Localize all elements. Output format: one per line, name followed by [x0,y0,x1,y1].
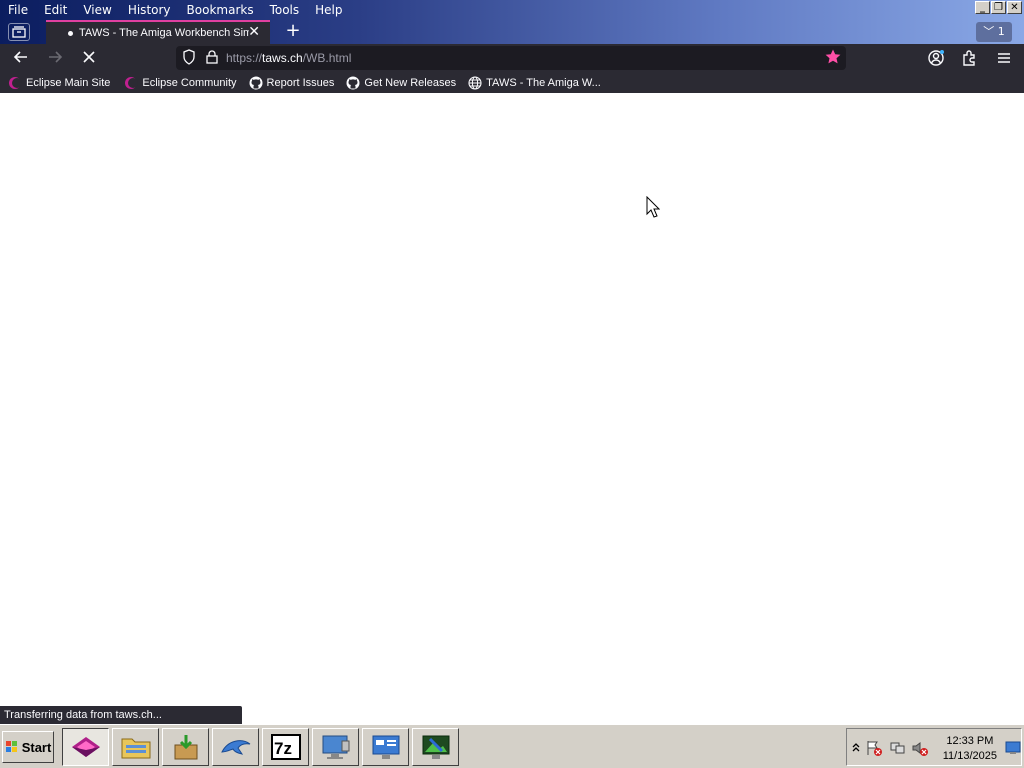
tab-overview-icon [12,26,26,38]
menu-bookmarks[interactable]: Bookmarks [179,0,262,20]
bookmark-star-icon[interactable] [824,48,842,66]
nav-toolbar: https://taws.ch/WB.html [0,44,1024,72]
show-desktop-icon[interactable] [1005,741,1021,755]
hamburger-icon [998,53,1010,63]
control-panel-icon [372,735,399,759]
start-label: Start [21,739,52,755]
url-host: taws.ch [262,51,303,65]
menu-file[interactable]: File [0,0,36,20]
forward-arrow-icon [49,51,63,63]
shield-icon[interactable] [182,49,196,65]
url-text[interactable]: https://taws.ch/WB.html [226,46,351,70]
picture-viewer-icon [422,735,449,759]
clock-date: 11/13/2025 [942,750,997,762]
download-box-icon [174,735,197,760]
volume-muted-icon[interactable] [911,739,929,757]
chevron-down-icon: ﹀ [983,25,995,38]
clock-time: 12:33 PM [946,735,994,747]
menu-view[interactable]: View [75,0,119,20]
bookmark-eclipse-main[interactable]: Eclipse Main Site [8,76,110,90]
tab-overview-button[interactable] [8,23,30,41]
stop-icon [83,51,95,63]
tab-strip: TAWS - The Amiga Workbench Simu ✕ + ﹀ 1 [0,20,1024,44]
network-icon[interactable] [889,739,907,757]
minimize-button[interactable]: _ [975,1,990,14]
taskbar-app-file-explorer[interactable] [112,728,159,766]
bookmark-label: TAWS - The Amiga W... [486,76,601,89]
address-bar[interactable]: https://taws.ch/WB.html [176,46,846,70]
system-tray: 12:33 PM 11/13/2025 [846,728,1022,766]
bookmark-label: Report Issues [266,76,335,89]
taskbar: Start 7z 12:33 PM 11/13/2025 [0,724,1024,768]
flag-alert-icon[interactable] [865,739,883,757]
menu-bar: File Edit View History Bookmarks Tools H… [0,0,351,20]
window-controls: _ ❐ ✕ [975,1,1022,14]
monitor-icon [322,735,349,759]
clock[interactable]: 12:33 PM 11/13/2025 [943,734,997,764]
forward-button[interactable] [44,48,66,68]
bookmarks-toolbar: Eclipse Main Site Eclipse Community Repo… [0,72,1024,93]
loading-dot-icon [68,30,73,36]
bookmark-eclipse-community[interactable]: Eclipse Community [124,76,237,90]
account-icon [928,50,944,66]
extensions-button[interactable] [960,48,980,68]
globe-icon [468,75,482,90]
eclipse-icon [125,76,139,89]
window-titlebar: File Edit View History Bookmarks Tools H… [0,0,1024,44]
account-button[interactable] [926,48,946,68]
windows-logo-icon [5,741,17,752]
bookmark-label: Get New Releases [364,76,457,89]
svg-text:7z: 7z [274,739,292,758]
show-hidden-icons-chevron-icon[interactable] [851,741,861,753]
puzzle-icon [963,50,975,66]
app-menu-button[interactable] [994,48,1014,68]
stop-button[interactable] [78,48,100,68]
tab-taws[interactable]: TAWS - The Amiga Workbench Simu ✕ [46,20,270,44]
taskbar-app-7zip[interactable]: 7z [262,728,309,766]
url-prefix: https:// [226,51,263,65]
taskbar-app-dolphin[interactable] [212,728,259,766]
close-window-button[interactable]: ✕ [1007,1,1022,14]
tab-count: 1 [997,25,1005,38]
menu-help[interactable]: Help [307,0,350,20]
taskbar-app-installer[interactable] [162,728,209,766]
folder-icon [121,738,150,759]
back-button[interactable] [10,48,32,68]
github-icon [249,76,263,89]
bookmark-report-issues[interactable]: Report Issues [249,76,335,90]
bookmark-taws[interactable]: TAWS - The Amiga W... [468,75,601,90]
page-content[interactable] [0,93,1024,724]
start-button[interactable]: Start [2,731,54,763]
taskbar-app-browser[interactable] [62,728,109,766]
menu-tools[interactable]: Tools [262,0,308,20]
lock-icon[interactable] [206,50,218,64]
tab-title: TAWS - The Amiga Workbench Simu [79,27,249,39]
back-arrow-icon [13,51,27,63]
7zip-icon: 7z [270,734,301,760]
eclipse-icon [9,76,22,89]
restore-button[interactable]: ❐ [991,1,1006,14]
mouse-cursor-icon [646,196,660,218]
tab-close-icon[interactable]: ✕ [248,24,260,40]
toolbar-right [926,48,1014,68]
bookmark-label: Eclipse Community [142,76,237,89]
bookmark-get-new-releases[interactable]: Get New Releases [346,76,456,90]
taskbar-app-picture-viewer[interactable] [412,728,459,766]
taskbar-app-control-panel[interactable] [362,728,409,766]
taskbar-app-remote-desktop[interactable] [312,728,359,766]
dolphin-icon [220,740,250,755]
github-icon [346,76,360,89]
tab-counter-badge[interactable]: ﹀ 1 [976,22,1012,42]
new-tab-button[interactable]: + [284,20,302,44]
bookmark-label: Eclipse Main Site [26,76,111,89]
status-panel: Transferring data from taws.ch... [0,706,242,725]
menu-history[interactable]: History [120,0,179,20]
browser-app-icon [71,737,100,757]
menu-edit[interactable]: Edit [36,0,75,20]
url-path: /WB.html [302,51,352,65]
